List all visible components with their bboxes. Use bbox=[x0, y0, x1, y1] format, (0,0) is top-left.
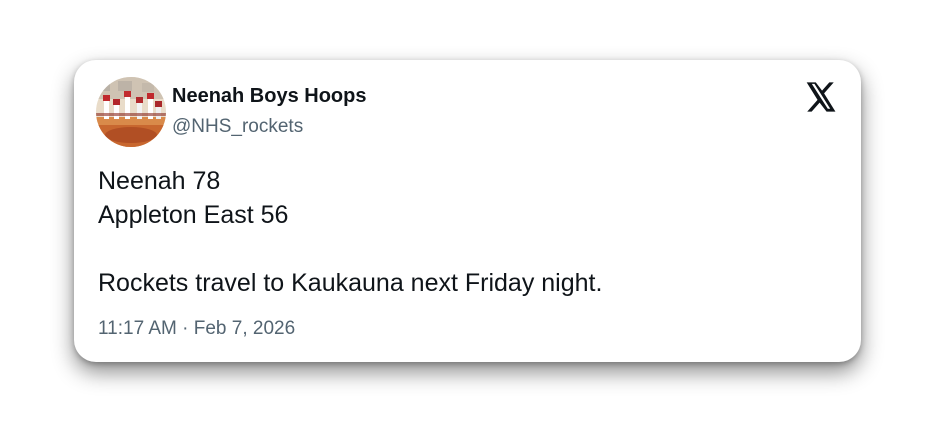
tweet-card[interactable]: Neenah Boys Hoops @NHS_rockets Neenah 78… bbox=[74, 60, 861, 362]
team-photo-avatar-icon bbox=[96, 77, 166, 147]
x-logo-icon[interactable] bbox=[805, 82, 837, 112]
tweet-line: Rockets travel to Kaukauna next Friday n… bbox=[98, 269, 603, 297]
tweet-line: Appleton East 56 bbox=[98, 201, 289, 229]
author-handle[interactable]: @NHS_rockets bbox=[172, 116, 303, 138]
avatar[interactable] bbox=[96, 77, 166, 147]
tweet-text: Neenah 78 Appleton East 56 Rockets trave… bbox=[98, 164, 838, 300]
tweet-line bbox=[98, 232, 838, 266]
tweet-line: Neenah 78 bbox=[98, 167, 221, 195]
author-name[interactable]: Neenah Boys Hoops bbox=[172, 85, 366, 108]
tweet-timestamp[interactable]: 11:17 AM · Feb 7, 2026 bbox=[98, 318, 295, 340]
